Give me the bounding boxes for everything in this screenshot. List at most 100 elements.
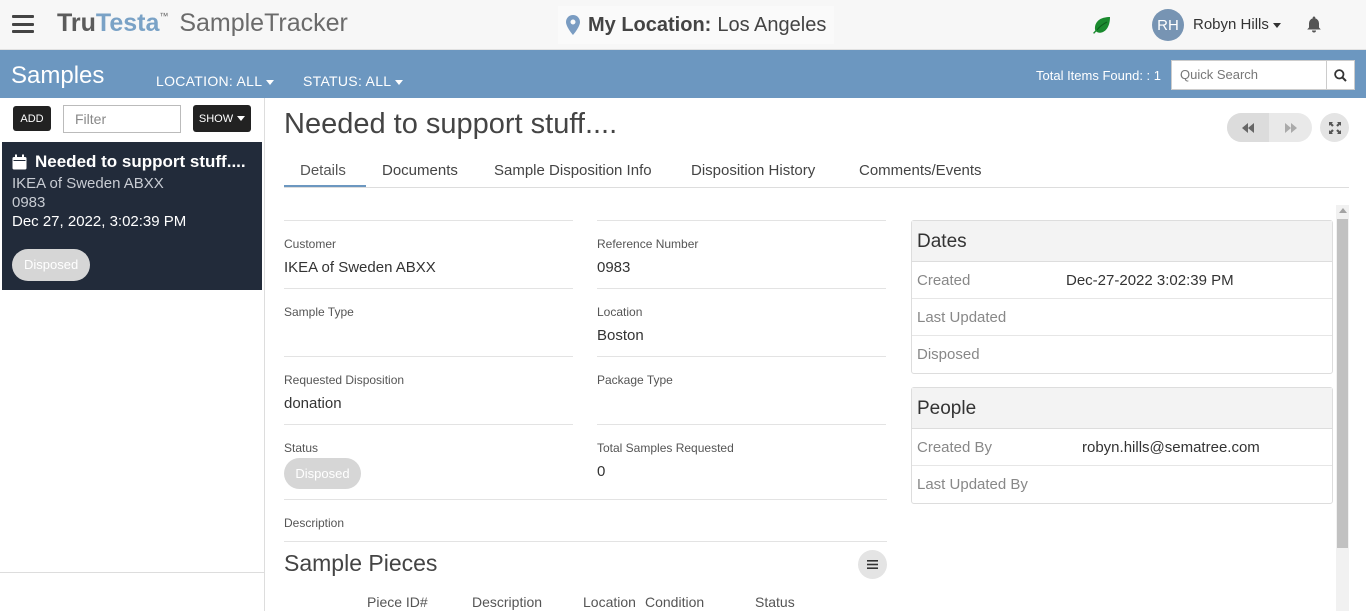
dates-title: Dates — [912, 221, 1332, 262]
tab-documents[interactable]: Documents — [382, 162, 458, 179]
reference-number-field: Reference Number 0983 — [597, 220, 886, 288]
sample-card-title: Needed to support stuff.... — [35, 152, 246, 171]
created-value: Dec-27-2022 3:02:39 PM — [1066, 272, 1234, 289]
location-value: Los Angeles — [717, 13, 827, 36]
dates-created-row: Created Dec-27-2022 3:02:39 PM — [912, 262, 1332, 299]
samples-toolbar: Samples LOCATION: ALL STATUS: ALL Total … — [0, 50, 1366, 98]
chevron-down-icon — [266, 79, 275, 85]
last-updated-by-label: Last Updated By — [917, 476, 1028, 493]
sample-pieces-menu-button[interactable] — [858, 550, 887, 579]
search-button[interactable] — [1326, 60, 1355, 90]
sample-card-customer: IKEA of Sweden ABXX — [12, 175, 164, 192]
last-updated-label: Last Updated — [917, 309, 1007, 326]
hamburger-menu-icon[interactable] — [12, 15, 34, 33]
tab-details[interactable]: Details — [300, 162, 346, 179]
chevron-down-icon — [1272, 22, 1281, 28]
menu-icon — [867, 560, 878, 569]
location-filter-label: LOCATION: ALL — [156, 73, 263, 89]
previous-record-button[interactable] — [1227, 113, 1269, 142]
user-menu[interactable]: Robyn Hills — [1193, 16, 1281, 33]
brand-tru: Tru — [57, 9, 96, 37]
top-header: TruTesta™ SampleTracker My Location: Los… — [0, 0, 1366, 50]
calendar-icon — [12, 154, 27, 170]
scroll-up-arrow-icon[interactable] — [1339, 208, 1347, 213]
add-button[interactable]: ADD — [13, 106, 51, 131]
column-header-condition[interactable]: Condition — [645, 594, 704, 610]
customer-label: Customer — [284, 237, 337, 251]
scrollbar-thumb[interactable] — [1337, 219, 1348, 548]
tab-comments-events[interactable]: Comments/Events — [859, 162, 982, 179]
rewind-icon — [1242, 122, 1254, 133]
sample-type-field: Sample Type — [284, 288, 573, 356]
dates-last-updated-row: Last Updated — [912, 299, 1332, 336]
avatar[interactable]: RH — [1152, 9, 1184, 41]
location-field: Location Boston — [597, 288, 886, 356]
total-samples-requested-label: Total Samples Requested — [597, 441, 734, 455]
active-tab-indicator — [284, 185, 366, 187]
show-label: SHOW — [198, 112, 234, 125]
filter-input[interactable]: Filter — [63, 105, 181, 133]
sample-card-title-row: Needed to support stuff.... — [12, 152, 246, 172]
column-header-status[interactable]: Status — [755, 594, 795, 610]
fast-forward-icon — [1285, 122, 1297, 133]
user-name: Robyn Hills — [1193, 16, 1269, 33]
people-panel: People Created By robyn.hills@sematree.c… — [911, 387, 1333, 504]
dates-disposed-row: Disposed — [912, 336, 1332, 373]
package-type-field: Package Type — [597, 356, 886, 424]
total-samples-requested-value: 0 — [597, 463, 606, 480]
sample-card-ref: 0983 — [12, 194, 46, 211]
leaf-icon[interactable] — [1092, 16, 1112, 34]
requested-disposition-field: Requested Disposition donation — [284, 356, 573, 424]
people-created-by-row: Created By robyn.hills@sematree.com — [912, 429, 1332, 466]
expand-button[interactable] — [1320, 113, 1349, 142]
show-dropdown-button[interactable]: SHOW — [193, 105, 251, 132]
description-field: Description — [284, 499, 887, 542]
created-label: Created — [917, 272, 971, 289]
people-last-updated-by-row: Last Updated By — [912, 466, 1332, 503]
location-filter-dropdown[interactable]: LOCATION: ALL — [156, 73, 275, 89]
column-header-location[interactable]: Location — [583, 594, 636, 610]
brand-testa: Testa — [95, 9, 160, 37]
location-field-label: Location — [597, 305, 643, 319]
record-navigation — [1227, 113, 1312, 142]
dates-panel: Dates Created Dec-27-2022 3:02:39 PM Las… — [911, 220, 1333, 374]
reference-number-label: Reference Number — [597, 237, 699, 251]
status-field: Status Disposed — [284, 424, 573, 500]
total-samples-requested-field: Total Samples Requested 0 — [597, 424, 886, 500]
bell-icon[interactable] — [1306, 16, 1322, 33]
tab-disposition-history[interactable]: Disposition History — [691, 162, 815, 179]
chevron-down-icon — [395, 79, 404, 85]
detail-tabs: Details Documents Sample Disposition Inf… — [284, 160, 1349, 188]
status-filter-dropdown[interactable]: STATUS: ALL — [303, 73, 404, 89]
sample-card-date: Dec 27, 2022, 3:02:39 PM — [12, 213, 187, 230]
my-location-selector[interactable]: My Location: Los Angeles — [558, 6, 835, 44]
brand-app-name: SampleTracker — [179, 9, 348, 37]
total-items-found: Total Items Found: : 1 — [1036, 68, 1162, 83]
map-pin-icon — [566, 15, 580, 35]
status-badge: Disposed — [12, 249, 91, 281]
quick-search-input[interactable]: Quick Search — [1171, 60, 1327, 90]
chevron-down-icon — [237, 116, 246, 121]
status-badge: Disposed — [284, 458, 361, 489]
customer-value: IKEA of Sweden ABXX — [284, 259, 436, 276]
customer-field: Customer IKEA of Sweden ABXX — [284, 220, 573, 288]
next-record-button[interactable] — [1270, 113, 1312, 142]
location-field-value: Boston — [597, 327, 644, 344]
requested-disposition-value: donation — [284, 395, 342, 412]
description-label: Description — [284, 516, 345, 530]
column-header-piece-id[interactable]: Piece ID# — [367, 594, 428, 610]
disposed-label: Disposed — [917, 346, 980, 363]
samples-title: Samples — [11, 62, 105, 89]
sample-list-item[interactable]: Needed to support stuff.... IKEA of Swed… — [2, 142, 262, 290]
brand-tm: ™ — [159, 11, 169, 21]
tab-sample-disposition-info[interactable]: Sample Disposition Info — [494, 162, 652, 179]
brand-logo: TruTesta™ SampleTracker — [57, 9, 348, 38]
left-panel-footer-divider — [0, 572, 264, 573]
expand-icon — [1328, 121, 1341, 134]
created-by-label: Created By — [917, 439, 993, 456]
location-label: My Location: — [588, 13, 712, 36]
column-header-description[interactable]: Description — [472, 594, 542, 610]
people-title: People — [912, 388, 1332, 429]
requested-disposition-label: Requested Disposition — [284, 373, 405, 387]
created-by-value: robyn.hills@sematree.com — [1082, 439, 1260, 456]
